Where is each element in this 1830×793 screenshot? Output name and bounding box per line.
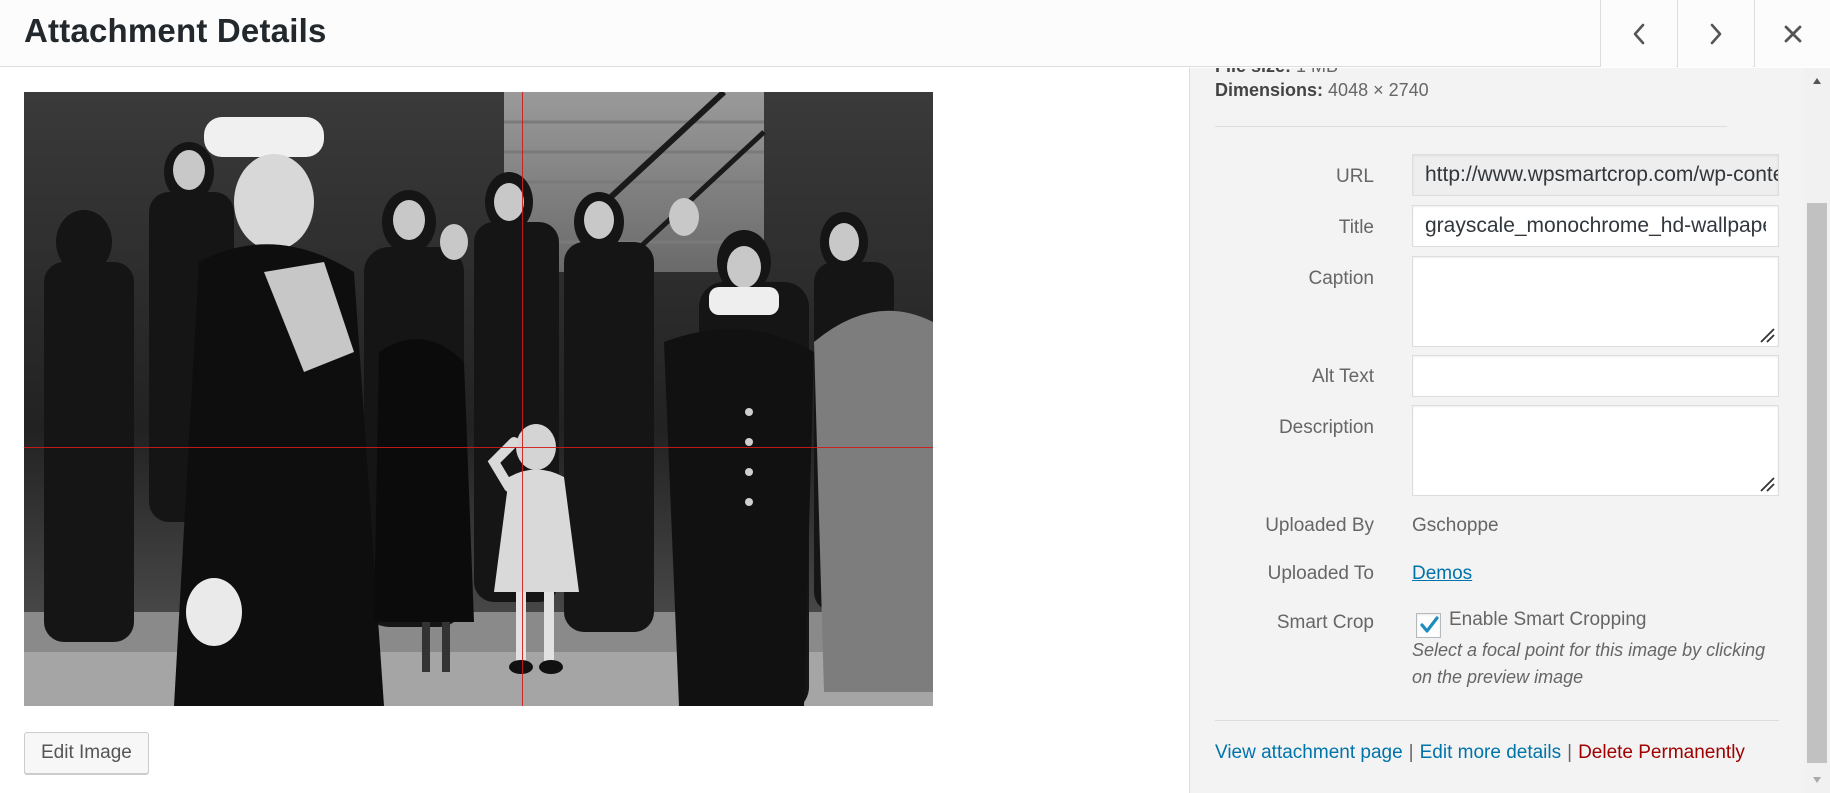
scroll-down-arrow[interactable]: [1804, 767, 1830, 793]
dimensions-label: Dimensions:: [1215, 80, 1324, 100]
close-modal-button[interactable]: [1754, 0, 1830, 67]
triangle-up-icon: [1813, 78, 1821, 84]
focal-point-horizontal-line: [24, 447, 933, 448]
url-field[interactable]: http://www.wpsmartcrop.com/wp-content/up…: [1412, 154, 1779, 196]
resize-grip-icon[interactable]: [1758, 326, 1776, 344]
actions-separator: |: [1567, 742, 1573, 763]
sidebar-scrollbar[interactable]: [1804, 68, 1830, 793]
alt-text-field[interactable]: [1412, 355, 1779, 397]
dimensions-row: Dimensions: 4048 × 2740: [1215, 80, 1429, 101]
chevron-right-icon: [1710, 23, 1721, 44]
scrollbar-thumb[interactable]: [1807, 203, 1827, 763]
file-size-value: 1 MB: [1296, 68, 1338, 76]
attachment-info-sidebar: File size: 1 MB Dimensions: 4048 × 2740 …: [1189, 68, 1804, 793]
previous-attachment-button[interactable]: [1600, 0, 1676, 67]
triangle-down-icon: [1813, 777, 1821, 783]
alt-text-label: Alt Text: [1312, 366, 1374, 387]
edit-more-details-link[interactable]: Edit more details: [1420, 742, 1562, 763]
attachment-actions: View attachment page | Edit more details | D…: [1215, 742, 1745, 764]
resize-grip-icon[interactable]: [1758, 475, 1776, 493]
file-size-label: File size:: [1215, 68, 1291, 76]
file-size-row: File size: 1 MB: [1215, 68, 1338, 77]
title-input[interactable]: [1425, 206, 1766, 246]
dimensions-value: 4048 × 2740: [1328, 80, 1429, 100]
description-label: Description: [1278, 417, 1374, 438]
attachment-media-view: Edit Image: [0, 68, 1189, 793]
url-label: URL: [1335, 166, 1374, 187]
delete-permanently-link[interactable]: Delete Permanently: [1578, 742, 1745, 763]
smart-crop-label: Smart Crop: [1276, 612, 1374, 633]
uploaded-by-label: Uploaded By: [1265, 515, 1374, 536]
page-title: Attachment Details: [24, 12, 327, 49]
smart-crop-help-text: Select a focal point for this image by c…: [1412, 640, 1766, 687]
title-field[interactable]: [1412, 205, 1779, 247]
uploaded-to-link[interactable]: Demos: [1412, 563, 1472, 585]
next-attachment-button[interactable]: [1677, 0, 1753, 67]
caption-textarea[interactable]: [1412, 256, 1779, 347]
view-attachment-page-link[interactable]: View attachment page: [1215, 742, 1403, 763]
actions-divider: [1215, 720, 1779, 721]
title-label: Title: [1338, 217, 1374, 238]
focal-point-vertical-line: [522, 92, 523, 706]
alt-text-input[interactable]: [1425, 356, 1766, 396]
meta-divider: [1215, 126, 1727, 127]
chevron-left-icon: [1633, 23, 1644, 44]
edit-image-button[interactable]: Edit Image: [24, 732, 149, 774]
scroll-up-arrow[interactable]: [1804, 68, 1830, 94]
enable-smart-cropping-checkbox[interactable]: [1416, 613, 1441, 638]
close-icon: [1784, 25, 1801, 42]
uploaded-to-label: Uploaded To: [1267, 563, 1374, 584]
url-value: http://www.wpsmartcrop.com/wp-content/up…: [1425, 163, 1778, 186]
enable-smart-cropping-label[interactable]: Enable Smart Cropping: [1449, 609, 1647, 631]
description-textarea[interactable]: [1412, 405, 1779, 496]
modal-header: Attachment Details: [0, 0, 1830, 67]
attachment-preview-image[interactable]: [24, 92, 933, 706]
uploaded-by-value: Gschoppe: [1412, 515, 1499, 536]
photo-illustration: [24, 92, 933, 706]
actions-separator: |: [1408, 742, 1414, 763]
checkmark-icon: [1420, 616, 1439, 633]
caption-label: Caption: [1308, 268, 1375, 289]
